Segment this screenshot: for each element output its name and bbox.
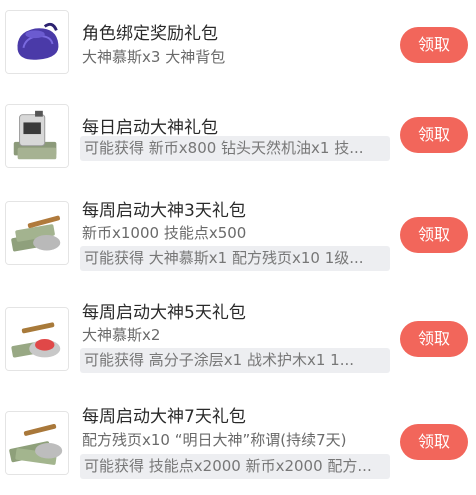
possible-rewards-chip: 可能获得 高分子涂层x1 战术护木x1 1... (80, 348, 390, 373)
claim-button[interactable]: 领取 (400, 321, 468, 357)
cake-and-cigar-icon (5, 307, 69, 371)
gift-title: 每周启动大神5天礼包 (82, 303, 246, 323)
gift-title: 每日启动大神礼包 (82, 118, 218, 138)
cash-and-cigar-icon (5, 201, 69, 265)
gift-title: 角色绑定奖励礼包 (82, 24, 218, 44)
cash-and-scroll-icon (5, 411, 69, 475)
gift-contents: 大神慕斯x2 (82, 326, 161, 344)
oil-canister-cash-icon (5, 104, 69, 168)
purple-backpack-icon (5, 10, 69, 74)
gift-contents: 大神慕斯x3 大神背包 (82, 48, 226, 66)
claim-button[interactable]: 领取 (400, 217, 468, 253)
claim-button[interactable]: 领取 (400, 27, 468, 63)
gift-title: 每周启动大神3天礼包 (82, 201, 246, 221)
gift-contents: 配方残页x10 “明日大神”称谓(持续7天) (82, 431, 347, 449)
claim-button[interactable]: 领取 (400, 424, 468, 460)
gift-title: 每周启动大神7天礼包 (82, 407, 246, 427)
possible-rewards-chip: 可能获得 技能点x2000 新币x2000 配方... (80, 454, 390, 479)
gift-contents: 新币x1000 技能点x500 (82, 224, 247, 242)
possible-rewards-chip: 可能获得 新币x800 钻头天然机油x1 技... (80, 136, 390, 161)
claim-button[interactable]: 领取 (400, 117, 468, 153)
possible-rewards-chip: 可能获得 大神慕斯x1 配方残页x10 1级... (80, 246, 390, 271)
